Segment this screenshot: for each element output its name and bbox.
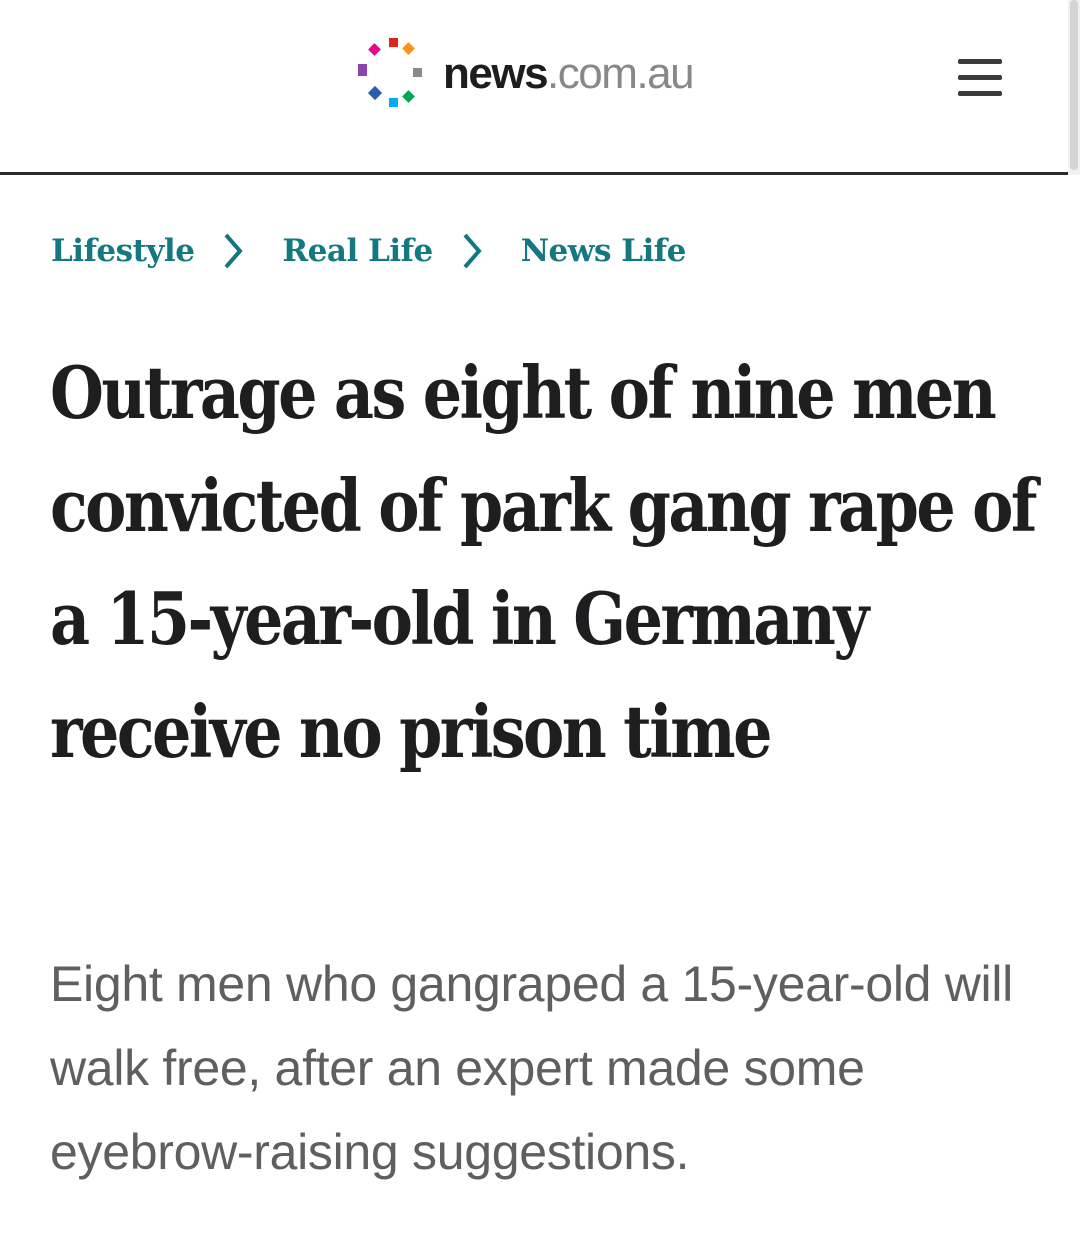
breadcrumb-item-lifestyle[interactable]: Lifestyle bbox=[51, 233, 195, 269]
menu-bar bbox=[958, 59, 1002, 64]
site-logo[interactable]: news.com.au bbox=[355, 36, 695, 112]
chevron-right-icon bbox=[224, 233, 244, 269]
hamburger-menu-icon[interactable] bbox=[952, 52, 1008, 102]
article-standfirst: Eight men who gangraped a 15-year-old wi… bbox=[50, 956, 1013, 1180]
chevron-right-icon bbox=[463, 233, 482, 269]
breadcrumb-item-real-life[interactable]: Real Life bbox=[282, 233, 433, 269]
menu-bar bbox=[958, 91, 1002, 96]
site-header: news.com.au bbox=[0, 0, 1080, 175]
site-logo-text: news.com.au bbox=[443, 49, 695, 98]
scrollbar[interactable] bbox=[1068, 0, 1080, 175]
logo-domain: .com.au bbox=[547, 49, 695, 98]
breadcrumb-item-news-life[interactable]: News Life bbox=[521, 233, 687, 269]
scrollbar-thumb[interactable] bbox=[1070, 0, 1078, 170]
menu-bar bbox=[958, 75, 1002, 80]
article-headline: Outrage as eight of nine men convicted o… bbox=[50, 350, 1037, 774]
news-pinwheel-logo-icon bbox=[358, 38, 422, 107]
breadcrumb: Lifestyle Real Life News Life bbox=[51, 226, 686, 276]
logo-brand: news bbox=[443, 49, 549, 98]
